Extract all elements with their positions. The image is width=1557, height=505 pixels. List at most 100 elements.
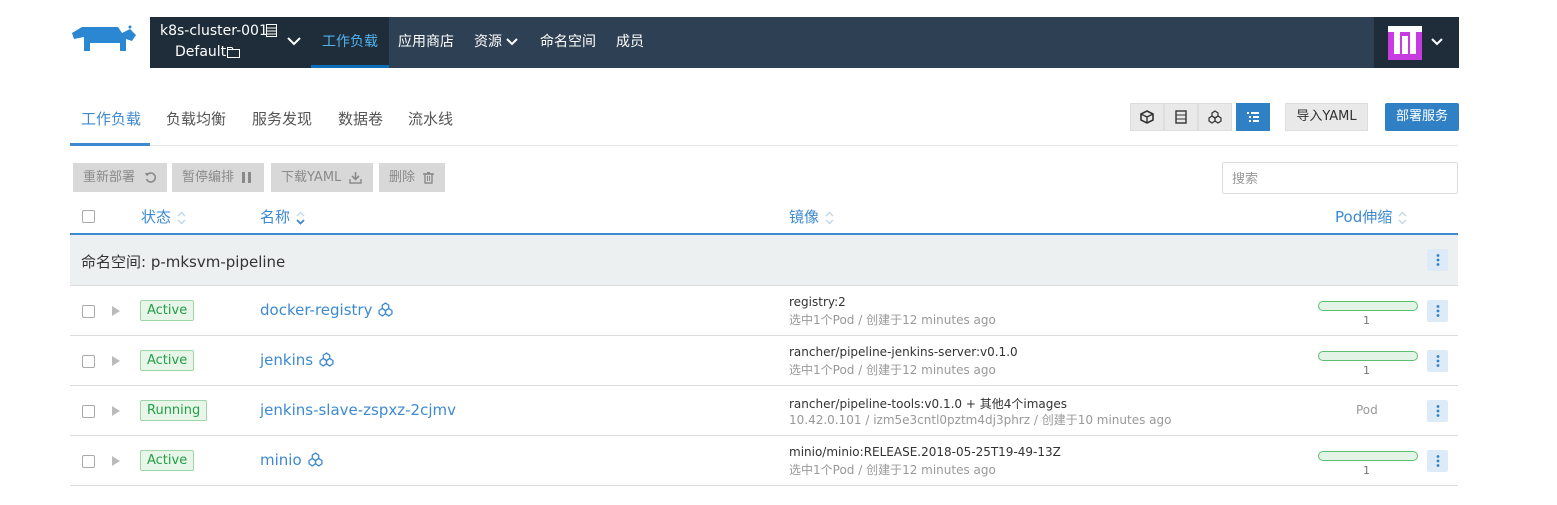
view-by-workload-button[interactable] bbox=[1198, 103, 1232, 131]
workload-cluster-icon bbox=[378, 302, 394, 317]
image-name: registry:2 bbox=[789, 295, 846, 309]
expand-icon[interactable] bbox=[111, 355, 121, 367]
deploy-button[interactable]: 部署服务 bbox=[1385, 103, 1459, 131]
user-menu[interactable] bbox=[1374, 17, 1459, 68]
state-header-label: 状态 bbox=[141, 208, 172, 226]
view-by-namespace-button[interactable] bbox=[1130, 103, 1164, 131]
image-detail: 选中1个Pod / 创建于12 minutes ago bbox=[789, 363, 996, 377]
image-header-label: 镜像 bbox=[789, 208, 820, 226]
column-header-name[interactable]: 名称 bbox=[260, 206, 305, 227]
status-badge: Running bbox=[140, 400, 208, 421]
workload-link[interactable]: minio bbox=[260, 451, 323, 469]
list-icon bbox=[1247, 112, 1259, 122]
delete-label: 删除 bbox=[389, 170, 416, 185]
tab-pipelines[interactable]: 流水线 bbox=[408, 108, 453, 129]
row-actions-button[interactable] bbox=[1427, 350, 1448, 372]
sort-icon bbox=[177, 210, 186, 225]
chevron-down-icon bbox=[506, 38, 518, 46]
pod-scale-bar bbox=[1318, 351, 1418, 361]
status-badge: Active bbox=[140, 300, 195, 321]
select-all-checkbox[interactable] bbox=[82, 210, 95, 223]
sort-down-icon bbox=[296, 210, 305, 225]
nav-namespaces[interactable]: 命名空间 bbox=[540, 17, 596, 68]
download-label: 下载YAML bbox=[281, 170, 342, 185]
redeploy-button[interactable]: 重新部署 bbox=[73, 163, 167, 192]
pod-count: 1 bbox=[1363, 364, 1370, 377]
workload-cluster-icon bbox=[308, 452, 323, 467]
kebab-icon bbox=[1436, 355, 1439, 367]
row-checkbox[interactable] bbox=[82, 305, 95, 318]
cluster-icon bbox=[266, 24, 277, 37]
table-row: Active jenkins rancher/pipeline-jenkins-… bbox=[70, 336, 1458, 386]
rancher-logo-icon[interactable] bbox=[70, 25, 138, 59]
table-row: Running jenkins-slave-zspxz-2cjmv ranche… bbox=[70, 386, 1458, 436]
nav-members[interactable]: 成员 bbox=[616, 17, 644, 68]
delete-button[interactable]: 删除 bbox=[379, 163, 445, 192]
top-header: k8s-cluster-001 Default 工作负载 应用商店 资源 命名空… bbox=[0, 17, 1459, 68]
nav-catalog-apps[interactable]: 应用商店 bbox=[398, 17, 454, 68]
workload-name: docker-registry bbox=[260, 301, 373, 319]
tab-load-balancing[interactable]: 负载均衡 bbox=[166, 108, 226, 129]
sort-icon bbox=[1398, 210, 1407, 225]
workload-name: jenkins-slave-zspxz-2cjmv bbox=[260, 401, 457, 419]
avatar bbox=[1388, 26, 1422, 60]
row-checkbox[interactable] bbox=[82, 355, 95, 368]
name-header-label: 名称 bbox=[260, 208, 291, 226]
workload-link[interactable]: jenkins-slave-zspxz-2cjmv bbox=[260, 401, 456, 419]
download-yaml-button[interactable]: 下载YAML bbox=[271, 163, 373, 192]
row-checkbox[interactable] bbox=[82, 455, 95, 468]
search-input[interactable] bbox=[1222, 162, 1458, 194]
image-name: minio/minio:RELEASE.2018-05-25T19-49-13Z bbox=[789, 445, 1061, 459]
kebab-icon bbox=[1436, 455, 1439, 467]
nav-resources-label: 资源 bbox=[474, 34, 502, 50]
tab-volumes[interactable]: 数据卷 bbox=[338, 108, 383, 129]
nav-workloads[interactable]: 工作负载 bbox=[311, 17, 389, 68]
expand-icon[interactable] bbox=[111, 305, 121, 317]
workload-name: jenkins bbox=[260, 351, 314, 369]
workload-link[interactable]: docker-registry bbox=[260, 301, 394, 319]
redeploy-label: 重新部署 bbox=[83, 170, 136, 185]
pod-count: 1 bbox=[1363, 314, 1370, 327]
expand-icon[interactable] bbox=[111, 455, 121, 467]
cluster-name: k8s-cluster-001 bbox=[160, 23, 268, 39]
import-yaml-button[interactable]: 导入YAML bbox=[1285, 103, 1368, 131]
image-detail: 10.42.0.101 / izm5e3cntl0pztm4dj3phrz / … bbox=[789, 413, 1172, 427]
pod-scale-bar bbox=[1318, 301, 1418, 311]
workload-cluster-icon bbox=[319, 352, 334, 367]
row-checkbox[interactable] bbox=[82, 405, 95, 418]
image-detail: 选中1个Pod / 创建于12 minutes ago bbox=[789, 463, 996, 477]
group-actions-button[interactable] bbox=[1427, 249, 1448, 271]
cluster-switcher[interactable]: k8s-cluster-001 Default bbox=[150, 17, 311, 68]
trash-icon bbox=[423, 172, 434, 184]
row-actions-button[interactable] bbox=[1427, 400, 1448, 422]
namespace-group-label: 命名空间: p-mksvm-pipeline bbox=[81, 253, 286, 271]
workload-link[interactable]: jenkins bbox=[260, 351, 334, 369]
kebab-icon bbox=[1436, 405, 1439, 417]
row-actions-button[interactable] bbox=[1427, 450, 1448, 472]
view-list-button[interactable] bbox=[1236, 103, 1270, 131]
namespace-group-row: 命名空间: p-mksvm-pipeline bbox=[70, 235, 1458, 286]
status-badge: Active bbox=[140, 350, 195, 371]
pause-orchestration-button[interactable]: 暂停编排 bbox=[172, 163, 264, 192]
status-badge: Active bbox=[140, 450, 195, 471]
download-icon bbox=[349, 172, 362, 184]
nav-resources[interactable]: 资源 bbox=[474, 17, 518, 68]
row-actions-button[interactable] bbox=[1427, 300, 1448, 322]
tab-workloads[interactable]: 工作负载 bbox=[81, 108, 141, 129]
image-name: rancher/pipeline-jenkins-server:v0.1.0 bbox=[789, 345, 1018, 359]
column-header-pod-scale[interactable]: Pod伸缩 bbox=[1335, 206, 1407, 227]
column-header-state[interactable]: 状态 bbox=[141, 206, 186, 227]
tabs-divider bbox=[70, 145, 1458, 146]
chevron-down-icon bbox=[287, 37, 301, 46]
chevron-down-icon bbox=[1431, 38, 1443, 46]
column-header-image[interactable]: 镜像 bbox=[789, 206, 834, 227]
expand-icon[interactable] bbox=[111, 405, 121, 417]
sort-icon bbox=[825, 210, 834, 225]
image-detail: 选中1个Pod / 创建于12 minutes ago bbox=[789, 313, 996, 327]
view-by-node-button[interactable] bbox=[1164, 103, 1198, 131]
project-name: Default bbox=[175, 44, 227, 60]
image-name: rancher/pipeline-tools:v0.1.0 + 其他4个imag… bbox=[789, 397, 1067, 411]
active-tab-indicator bbox=[70, 143, 150, 146]
pod-count: 1 bbox=[1363, 464, 1370, 477]
tab-service-discovery[interactable]: 服务发现 bbox=[252, 108, 312, 129]
